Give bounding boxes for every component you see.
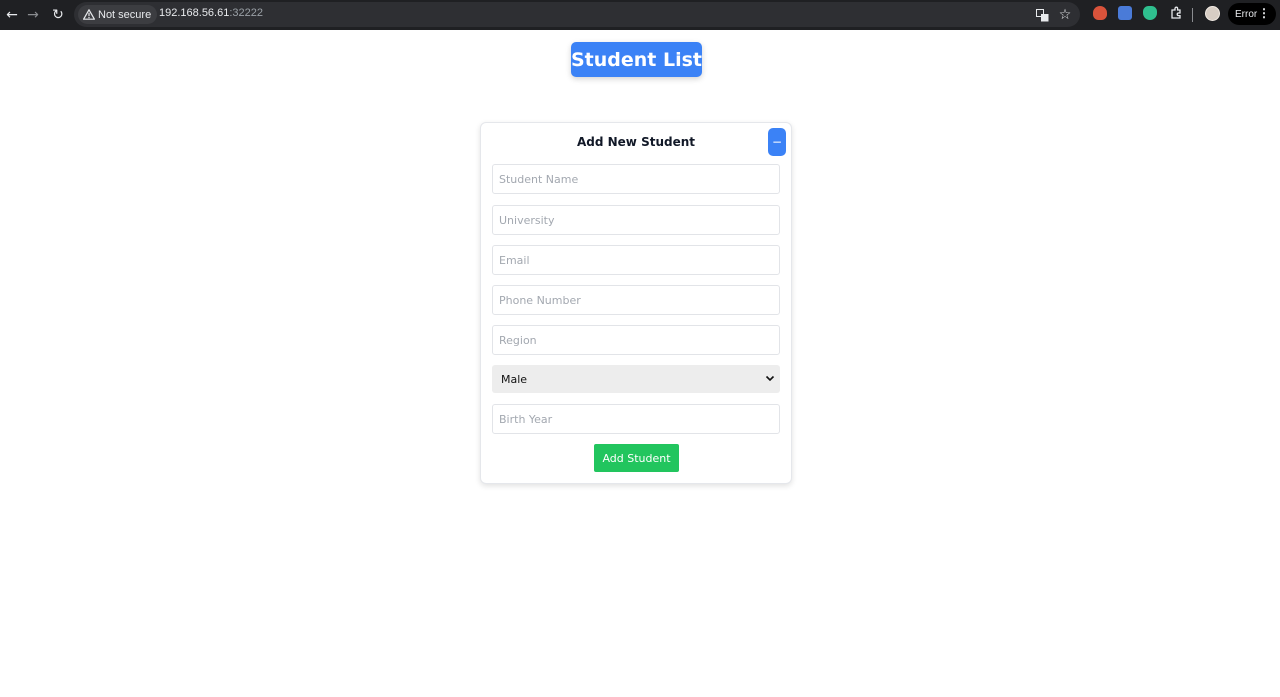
student-name-input[interactable] xyxy=(492,164,780,194)
translate-icon[interactable] xyxy=(1034,7,1050,23)
form-title: Add New Student xyxy=(576,135,696,149)
toolbar-divider xyxy=(1192,8,1193,22)
url-text[interactable]: 192.168.56.61:32222 xyxy=(159,7,263,19)
extension-translate-icon[interactable] xyxy=(1118,6,1132,20)
page-title: Student List xyxy=(571,42,702,77)
warning-icon xyxy=(83,9,95,20)
security-label: Not secure xyxy=(98,8,152,21)
extensions-icon[interactable] xyxy=(1167,4,1185,22)
region-input[interactable] xyxy=(492,325,780,355)
birth-year-input[interactable] xyxy=(492,404,780,434)
profile-avatar[interactable] xyxy=(1205,6,1220,21)
security-chip[interactable]: Not secure xyxy=(78,5,158,24)
profile-error-label: Error xyxy=(1235,8,1258,20)
address-bar[interactable]: Not secure 192.168.56.61:32222 ☆ xyxy=(74,2,1080,27)
forward-arrow-icon[interactable]: → xyxy=(21,3,45,27)
browser-toolbar: ← → ↻ Not secure 192.168.56.61:32222 ☆ E… xyxy=(0,0,1280,30)
url-host: 192.168.56.61 xyxy=(159,7,230,19)
add-student-card: Add New Student − Male Add Student xyxy=(480,122,792,484)
profile-error-button[interactable]: Error ⋮ xyxy=(1228,3,1276,25)
gender-select[interactable]: Male xyxy=(492,365,780,393)
add-student-button[interactable]: Add Student xyxy=(594,444,679,472)
university-input[interactable] xyxy=(492,205,780,235)
gender-selected-value: Male xyxy=(501,372,528,386)
collapse-form-button[interactable]: − xyxy=(768,128,786,156)
email-input[interactable] xyxy=(492,245,780,275)
chevron-down-icon xyxy=(765,375,775,382)
extension-shield-icon[interactable] xyxy=(1093,6,1107,20)
url-port: :32222 xyxy=(229,7,264,19)
reload-icon[interactable]: ↻ xyxy=(46,3,70,27)
extension-guard-icon[interactable] xyxy=(1143,6,1157,20)
star-icon[interactable]: ☆ xyxy=(1057,7,1073,23)
menu-dots-icon: ⋮ xyxy=(1258,6,1270,20)
phone-number-input[interactable] xyxy=(492,285,780,315)
